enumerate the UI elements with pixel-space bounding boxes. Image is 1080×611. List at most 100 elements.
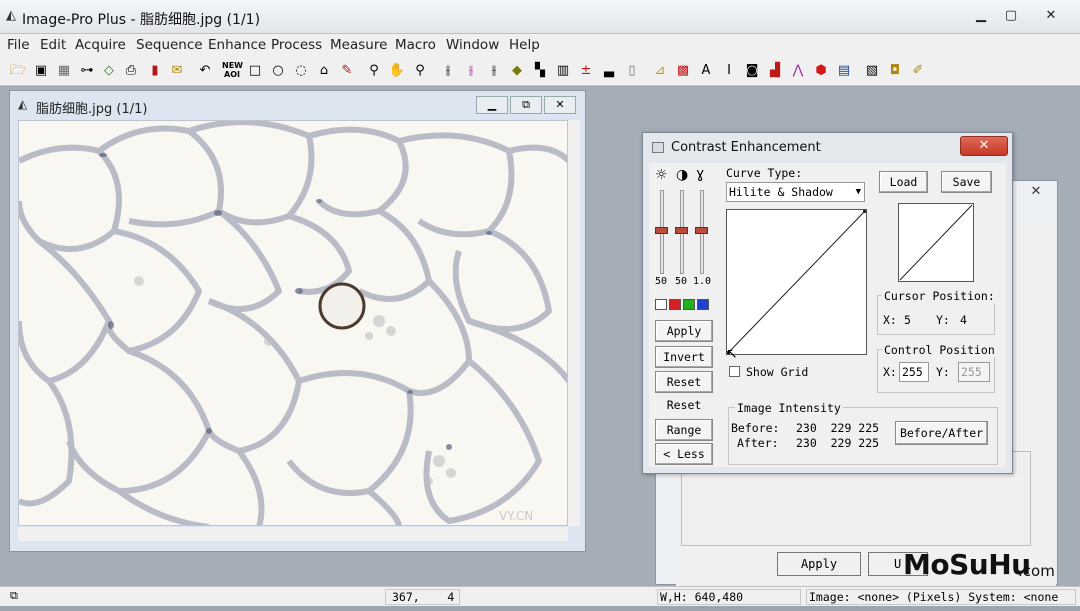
film-icon[interactable]: ▧ <box>862 61 882 81</box>
ai-icon[interactable]: A <box>696 61 716 81</box>
invert-button[interactable]: Invert <box>655 346 713 368</box>
zoom-icon[interactable]: ⚲ <box>364 61 384 81</box>
control-y-field: 255 <box>958 362 990 382</box>
bars-icon[interactable]: ▃ <box>599 61 619 81</box>
new-aoi-icon[interactable]: NEW AOI <box>222 61 243 81</box>
chart-icon[interactable]: ▟ <box>765 61 785 81</box>
freehand-tool-icon[interactable]: ◌ <box>291 61 311 81</box>
print-icon[interactable]: ⎙ <box>121 61 141 81</box>
cube-icon[interactable]: ⬢ <box>811 61 831 81</box>
brand-watermark: MoSuHu <box>903 548 1031 581</box>
before-values: 230 229 225 <box>796 421 880 435</box>
curve-graph[interactable] <box>726 209 867 355</box>
reset-button[interactable]: Reset <box>655 371 713 393</box>
save-button[interactable]: Save <box>941 171 992 193</box>
maximize-button[interactable]: ▢ <box>996 6 1026 26</box>
image-vertical-scrollbar[interactable] <box>568 120 580 526</box>
image-minimize-button[interactable]: ▁ <box>476 96 508 114</box>
image-pro-logo-icon: ◭ <box>6 8 16 23</box>
apply-button[interactable]: Apply <box>655 320 713 342</box>
application-window: ◭ Image-Pro Plus - 脂肪细胞.jpg (1/1) ▁ ▢ ✕ … <box>0 0 1080 611</box>
menu-sequence[interactable]: Sequence <box>136 37 203 53</box>
image-horizontal-scrollbar[interactable] <box>18 527 568 541</box>
menu-measure[interactable]: Measure <box>330 37 387 53</box>
load-button[interactable]: Load <box>879 171 928 193</box>
image-window[interactable]: ◭ 脂肪细胞.jpg (1/1) ▁ ⧉ ✕ VY.CN <box>9 90 586 552</box>
curve-preview <box>898 203 974 282</box>
menu-help[interactable]: Help <box>509 37 540 53</box>
image-close-button[interactable]: ✕ <box>544 96 576 114</box>
contrast-value: 50 <box>675 276 688 287</box>
close-button[interactable]: ✕ <box>1036 6 1066 26</box>
camera-icon[interactable]: ◙ <box>742 61 762 81</box>
line-profile-icon[interactable]: ⫲ <box>484 61 504 81</box>
diamond-icon[interactable]: ◇ <box>99 61 119 81</box>
hand-icon[interactable]: ✋ <box>387 61 407 81</box>
spectrum-icon[interactable]: ▤ <box>834 61 854 81</box>
brightness-value: 50 <box>655 276 668 287</box>
curve-type-select[interactable]: Hilite & Shadow ▼ <box>726 182 865 202</box>
less-button[interactable]: < Less <box>655 443 713 465</box>
background-apply-button[interactable]: Apply <box>777 552 861 576</box>
rectangle-tool-icon[interactable]: □ <box>245 61 265 81</box>
background-dialog-close-button[interactable]: ✕ <box>1016 184 1056 202</box>
control-position-label: Control Position <box>882 343 997 357</box>
zoom-out-icon[interactable]: ⚲ <box>410 61 430 81</box>
histogram-icon[interactable]: ⫲ <box>438 61 458 81</box>
status-bar: ⧉ 367, 4 W,H: 640,480 Image: <none> (Pix… <box>0 586 1080 606</box>
fill-icon[interactable]: ◆ <box>507 61 527 81</box>
mail-icon[interactable]: ✉ <box>167 61 187 81</box>
contrast-close-button[interactable]: ✕ <box>960 136 1008 156</box>
strip-icon[interactable]: ▯ <box>622 61 642 81</box>
magic-wand-icon[interactable]: ⌂ <box>314 61 334 81</box>
gamma-slider-thumb[interactable] <box>695 227 708 234</box>
menu-edit[interactable]: Edit <box>40 37 66 53</box>
channel-green-swatch[interactable] <box>683 299 695 310</box>
book-icon[interactable]: ▮ <box>145 61 165 81</box>
image-canvas[interactable]: VY.CN <box>18 120 568 526</box>
grid-bars-icon[interactable]: ▥ <box>553 61 573 81</box>
menu-acquire[interactable]: Acquire <box>75 37 126 53</box>
restore-windows-icon[interactable]: ⧉ <box>10 589 40 603</box>
grid-icon[interactable]: ▦ <box>54 61 74 81</box>
undo-icon[interactable]: ↶ <box>195 61 215 81</box>
control-x-field[interactable]: 255 <box>899 362 929 382</box>
ruler-icon[interactable]: ⊿ <box>650 61 670 81</box>
range-button[interactable]: Range <box>655 419 713 441</box>
save-icon[interactable]: ▣ <box>31 61 51 81</box>
control-x-label: X: <box>883 365 897 379</box>
show-grid-checkbox[interactable] <box>729 366 740 377</box>
curve-preview-line <box>899 204 973 281</box>
channel-blue-swatch[interactable] <box>697 299 709 310</box>
brightness-slider-thumb[interactable] <box>655 227 668 234</box>
menu-process[interactable]: Process <box>271 37 322 53</box>
pencil-icon[interactable]: ✎ <box>337 61 357 81</box>
camera2-icon[interactable]: ◘ <box>885 61 905 81</box>
menu-window[interactable]: Window <box>446 37 499 53</box>
menu-macro[interactable]: Macro <box>395 37 436 53</box>
capture-icon[interactable]: ⊶ <box>77 61 97 81</box>
gamma-value: 1.0 <box>693 276 712 287</box>
graph-icon[interactable]: ⋀ <box>788 61 808 81</box>
color-histogram-icon[interactable]: ⫲ <box>461 61 481 81</box>
contrast-dialog-body: ☼ ◑ ɣ 50 50 1.0 Apply Invert Reset Reset… <box>649 163 1006 467</box>
ellipse-tool-icon[interactable]: ○ <box>268 61 288 81</box>
toolbar: 🗁 ▣ ▦ ⊶ ◇ ⎙ ▮ ✉ ↶ NEW AOI □ ○ ◌ ⌂ ✎ ⚲ ✋ ⚲… <box>0 56 1080 86</box>
contrast-slider-thumb[interactable] <box>675 227 688 234</box>
brightness-icon: ☼ <box>655 167 668 183</box>
open-folder-icon[interactable]: 🗁 <box>8 61 28 81</box>
reset-all-button[interactable]: Reset All <box>655 395 713 432</box>
before-after-button[interactable]: Before/After <box>895 421 988 445</box>
pencil2-icon[interactable]: ✐ <box>908 61 928 81</box>
channel-red-swatch[interactable] <box>669 299 681 310</box>
menu-enhance[interactable]: Enhance <box>208 37 266 53</box>
plus-minus-icon[interactable]: ± <box>576 61 596 81</box>
image-restore-button[interactable]: ⧉ <box>510 96 542 114</box>
colorful-icon[interactable]: ▩ <box>673 61 693 81</box>
image-window-title: 脂肪细胞.jpg (1/1) <box>36 102 148 117</box>
ai2-icon[interactable]: I <box>719 61 739 81</box>
minimize-button[interactable]: ▁ <box>966 6 996 26</box>
menu-file[interactable]: File <box>7 37 30 53</box>
tiles-icon[interactable]: ▚ <box>530 61 550 81</box>
channel-all-swatch[interactable] <box>655 299 667 310</box>
